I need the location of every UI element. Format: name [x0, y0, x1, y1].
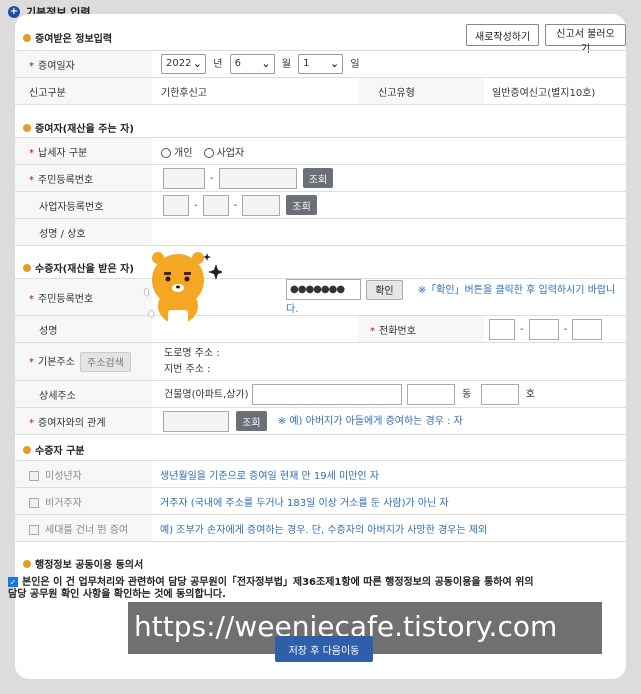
chevron-down-icon: ⌄ — [261, 57, 271, 70]
report-kind-value: 일반증여신고(별지10호) — [484, 77, 626, 105]
nonresident-option[interactable]: 비거주자 — [15, 487, 152, 515]
donor-rrn-label: * 주민등록번호 — [15, 164, 152, 192]
donee-type-table: 미성년자 생년월일을 기준으로 증여일 현재 만 19세 미만인 자 비거주자 … — [15, 460, 626, 542]
building-input[interactable] — [251, 383, 402, 405]
section-title: 증여받은 정보입력 — [35, 34, 113, 45]
lot-address: 지번 주소 : — [164, 363, 211, 375]
section-title: 행정정보 공동이용 동의서 — [35, 560, 144, 571]
donor-brn-3-input[interactable] — [242, 194, 281, 216]
detail-addr-label: 상세주소 — [15, 380, 152, 408]
nonresident-checkbox[interactable] — [29, 497, 39, 508]
mascot-character-image — [140, 246, 224, 330]
donor-rrn-lookup-button[interactable]: 조회 — [302, 168, 334, 188]
chevron-down-icon: ⌄ — [329, 57, 340, 70]
address-search-button[interactable]: 주소검색 — [80, 351, 131, 372]
bullet-icon — [23, 445, 31, 454]
donor-rrn-back-input[interactable] — [218, 167, 297, 189]
section-consent: 행정정보 공동이용 동의서 — [23, 556, 143, 571]
taxpayer-type-label: * 납세자 구분 — [15, 137, 152, 165]
relation-label: * 증여자와의 관계 — [15, 407, 152, 435]
minor-option[interactable]: 미성년자 — [15, 460, 152, 488]
new-form-button[interactable]: 새로작성하기 — [466, 24, 540, 46]
building-label: 건물명(아파트,상가) — [164, 389, 249, 400]
bullet-icon — [23, 263, 31, 272]
consent-text-line2: 담당 공무원 확인 사항을 확인하는 것에 동의합니다. — [8, 589, 226, 600]
donor-name-value — [152, 218, 626, 246]
section-title: 수증자 구분 — [35, 446, 85, 457]
donor-table: * 납세자 구분 개인 사업자 * 주민등록번호 - 조회 사업자등록번호 -- 조… — [15, 137, 626, 246]
phone-3-input[interactable] — [572, 318, 603, 340]
report-type-value: 기한후신고 — [152, 77, 358, 105]
section-donee: 수증자(재산을 받은 자) — [23, 260, 134, 275]
donor-brn-lookup-button[interactable]: 조회 — [286, 195, 317, 215]
phone-1-input[interactable] — [489, 318, 515, 340]
section-received-info: 증여받은 정보입력 — [23, 30, 112, 45]
donor-rrn-front-input[interactable] — [163, 167, 205, 189]
section-donor: 증여자(재산을 주는 자) — [23, 120, 134, 135]
donee-name-label: 성명 — [15, 315, 152, 343]
report-kind-label: 신고유형 — [358, 77, 484, 105]
relation-input[interactable] — [163, 410, 229, 432]
minor-checkbox[interactable] — [29, 470, 39, 481]
donee-addr-label: * 기본주소 주소검색 — [15, 342, 152, 381]
donee-rrn-label: * 주민등록번호 — [15, 278, 152, 316]
load-report-button[interactable]: 신고서 불러오기 — [545, 24, 626, 55]
donor-brn-label: 사업자등록번호 — [15, 191, 152, 219]
relation-hint: ※ 예) 아버지가 아들에게 증여하는 경우 : 자 — [277, 416, 463, 427]
day-select[interactable]: 1 ⌄ — [298, 54, 344, 74]
section-title: 수증자(재산을 받은 자) — [35, 264, 134, 275]
donee-table: * 주민등록번호 ●●●●●●● 확인 ※「확인」버튼을 클릭한 후 입력하시기 … — [15, 278, 626, 435]
month-unit: 월 — [281, 59, 291, 70]
road-address: 도로명 주소 : — [164, 347, 220, 359]
donor-name-label: 성명 / 상호 — [15, 218, 152, 246]
consent-text: ✓ 본인은 이 건 업무처리와 관련하여 담당 공무원이「전자정부법」제36조제1… — [8, 577, 534, 600]
bullet-icon — [23, 33, 31, 42]
generation-skip-desc: 예) 조부가 손자에게 증여하는 경우. 단, 수증자의 아버지가 사망한 경우… — [152, 514, 626, 542]
individual-radio[interactable] — [161, 147, 171, 158]
ho-unit: 호 — [525, 389, 535, 400]
gift-date-label: * 증여일자 — [15, 50, 152, 78]
bullet-icon — [23, 559, 31, 568]
phone-2-input[interactable] — [528, 318, 559, 340]
month-select[interactable]: 6 ⌄ — [229, 54, 275, 74]
donor-brn-1-input[interactable] — [163, 194, 189, 216]
consent-checkbox[interactable]: ✓ — [8, 577, 18, 587]
business-radio[interactable] — [203, 147, 214, 158]
section-donee-type: 수증자 구분 — [23, 442, 84, 457]
ho-input[interactable] — [480, 383, 519, 405]
dong-input[interactable] — [406, 383, 455, 405]
generation-skip-checkbox[interactable] — [29, 524, 39, 535]
section-title: 증여자(재산을 주는 자) — [35, 124, 134, 135]
year-unit: 년 — [213, 59, 223, 70]
donee-rrn-back-input[interactable]: ●●●●●●● — [286, 279, 361, 300]
day-unit: 일 — [350, 59, 360, 70]
received-info-table: * 증여일자 2022 ⌄ 년 6 ⌄ 월 1 ⌄ 일 신고구분 기한후신고 신고유형 … — [15, 50, 626, 105]
chevron-down-icon: ⌄ — [192, 57, 202, 70]
relation-lookup-button[interactable]: 조회 — [236, 411, 267, 431]
generation-skip-option[interactable]: 세대를 건너 뛴 증여 — [15, 514, 152, 542]
plus-icon: + — [8, 6, 20, 18]
individual-label: 개인 — [174, 147, 193, 159]
business-label: 사업자 — [216, 147, 245, 159]
report-type-label: 신고구분 — [15, 77, 152, 105]
dong-unit: 동 — [462, 389, 472, 400]
bullet-icon — [23, 123, 31, 132]
nonresident-desc: 거주자 (국내에 주소를 두거나 183일 이상 거소를 둔 사람)가 아닌 자 — [152, 487, 626, 515]
minor-desc: 생년월일을 기준으로 증여일 현재 만 19세 미만인 자 — [152, 460, 626, 488]
donee-confirm-button[interactable]: 확인 — [366, 279, 403, 300]
donor-brn-2-input[interactable] — [202, 194, 229, 216]
year-select[interactable]: 2022 ⌄ — [161, 54, 206, 74]
save-next-button[interactable]: 저장 후 다음이동 — [275, 636, 373, 662]
donee-phone-label: * 전화번호 — [358, 315, 484, 343]
